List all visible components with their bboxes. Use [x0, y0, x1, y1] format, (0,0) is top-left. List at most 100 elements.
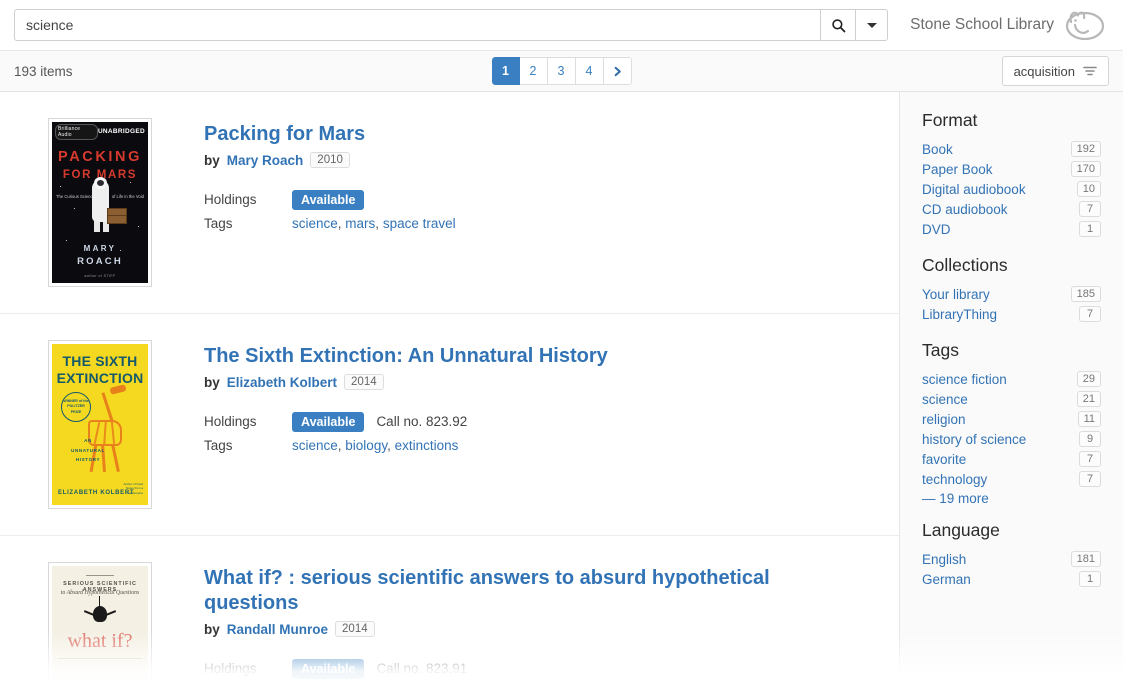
facet-row-book[interactable]: Book 192: [922, 141, 1101, 157]
tags-show-more-link[interactable]: — 19 more: [922, 491, 1101, 506]
result-title-link[interactable]: The Sixth Extinction: An Unnatural Histo…: [204, 344, 608, 369]
chevron-right-icon: [614, 66, 621, 76]
author-link[interactable]: Mary Roach: [227, 153, 304, 168]
cover-band: Brilliance Audio UNABRIDGED: [55, 123, 145, 140]
facet-row-technology[interactable]: technology 7: [922, 471, 1101, 487]
facet-count: 29: [1076, 371, 1101, 387]
results-toolbar: 193 items 1 2 3 4 acquisition: [0, 50, 1123, 92]
cover-publisher: Brilliance Audio: [55, 123, 98, 140]
result-detail: Packing for Mars by Mary Roach 2010 Hold…: [204, 118, 456, 287]
facet-label: Your library: [922, 286, 990, 302]
brand[interactable]: Stone School Library: [910, 8, 1107, 42]
availability-badge[interactable]: Available: [292, 659, 365, 679]
page-button-4[interactable]: 4: [575, 57, 604, 85]
result-meta: Holdings Available Call no. 823.92 Tags …: [204, 412, 608, 453]
facet-label: science: [922, 391, 968, 407]
author-link[interactable]: Elizabeth Kolbert: [227, 375, 337, 390]
tag-link[interactable]: space travel: [383, 216, 456, 231]
cover-subtitle-2: to Absurd Hypothetical Questions: [60, 590, 140, 596]
cover-title: what if?: [67, 630, 133, 652]
sort-button[interactable]: acquisition: [1001, 56, 1109, 86]
facet-label: DVD: [922, 221, 951, 237]
year-chip[interactable]: 2010: [310, 152, 350, 168]
cover-subtitle-1: AN: [84, 438, 92, 443]
item-count: 193 items: [14, 63, 73, 79]
result-title-link[interactable]: Packing for Mars: [204, 122, 456, 147]
year-chip[interactable]: 2014: [344, 374, 384, 390]
holdings-label: Holdings: [204, 192, 257, 207]
page-button-2[interactable]: 2: [519, 57, 548, 85]
page-button-1[interactable]: 1: [491, 57, 520, 85]
by-label: by: [204, 152, 220, 168]
result-meta: Holdings Available Tags science, mars, s…: [204, 190, 456, 231]
byline: by Elizabeth Kolbert 2014: [204, 374, 608, 390]
cover-subtitle-3: HISTORY: [75, 457, 101, 463]
facet-group-collections: Collections Your library 185 LibraryThin…: [922, 255, 1101, 322]
cover-author-line2: ROACH: [77, 256, 123, 267]
call-number: Call no. 823.91: [376, 661, 468, 676]
call-number: Call no. 823.92: [376, 414, 468, 429]
facet-count: 181: [1070, 551, 1101, 567]
result-title-link[interactable]: What if? : serious scientific answers to…: [204, 566, 824, 616]
facet-row-history-of-science[interactable]: history of science 9: [922, 431, 1101, 447]
tag-link[interactable]: science: [292, 438, 338, 453]
facet-row-religion[interactable]: religion 11: [922, 411, 1101, 427]
facet-row-english[interactable]: English 181: [922, 551, 1101, 567]
tags-label: Tags: [204, 216, 233, 231]
facet-count: 7: [1079, 306, 1101, 322]
result-row: Brilliance Audio UNABRIDGED PACKING FOR …: [0, 92, 899, 314]
availability-badge[interactable]: Available: [292, 190, 365, 210]
facet-row-digital-audiobook[interactable]: Digital audiobook 10: [922, 181, 1101, 197]
search-button[interactable]: [820, 9, 857, 41]
header-bar: Stone School Library: [0, 0, 1123, 50]
holdings-row: Holdings Available Call no. 823.92: [204, 412, 608, 432]
tag-link[interactable]: biology: [345, 438, 387, 453]
next-page-button[interactable]: [603, 57, 632, 85]
book-cover[interactable]: SERIOUS SCIENTIFIC ANSWERS to Absurd Hyp…: [48, 562, 152, 688]
search-input[interactable]: [14, 9, 821, 41]
facet-count: 1: [1079, 221, 1101, 237]
facet-row-paper-book[interactable]: Paper Book 170: [922, 161, 1101, 177]
chevron-down-icon: [866, 22, 877, 28]
page-button-3[interactable]: 3: [547, 57, 576, 85]
facet-count: 9: [1079, 431, 1101, 447]
facet-row-your-library[interactable]: Your library 185: [922, 286, 1101, 302]
facet-count: 192: [1070, 141, 1101, 157]
availability-badge[interactable]: Available: [292, 412, 365, 432]
facet-label: technology: [922, 471, 988, 487]
book-cover[interactable]: THE SIXTH EXTINCTION WINNER of the PULIT…: [48, 340, 152, 509]
book-cover[interactable]: Brilliance Audio UNABRIDGED PACKING FOR …: [48, 118, 152, 287]
suitcase-illustration: [107, 208, 127, 224]
facet-row-german[interactable]: German 1: [922, 571, 1101, 587]
result-row: THE SIXTH EXTINCTION WINNER of the PULIT…: [0, 314, 899, 536]
creature-illustration: [93, 606, 107, 622]
facet-group-format: Format Book 192 Paper Book 170 Digital a…: [922, 110, 1101, 237]
facet-label: Book: [922, 141, 953, 157]
tag-link[interactable]: extinctions: [395, 438, 459, 453]
facet-count: 185: [1070, 286, 1101, 302]
facet-row-favorite[interactable]: favorite 7: [922, 451, 1101, 467]
tag-link[interactable]: mars: [345, 216, 375, 231]
facet-count: 11: [1077, 411, 1101, 427]
facet-row-librarything[interactable]: LibraryThing 7: [922, 306, 1101, 322]
facet-row-dvd[interactable]: DVD 1: [922, 221, 1101, 237]
tags-label: Tags: [204, 438, 233, 453]
library-search-page: Stone School Library 193 items 1 2 3 4 a…: [0, 0, 1123, 688]
facet-row-science-fiction[interactable]: science fiction 29: [922, 371, 1101, 387]
facet-label: English: [922, 551, 967, 567]
cover-edition: UNABRIDGED: [97, 128, 145, 135]
facet-row-science[interactable]: science 21: [922, 391, 1101, 407]
author-link[interactable]: Randall Munroe: [227, 622, 328, 637]
facet-count: 7: [1079, 471, 1101, 487]
facet-label: religion: [922, 411, 966, 427]
facet-row-cd-audiobook[interactable]: CD audiobook 7: [922, 201, 1101, 217]
result-meta: Holdings Available Call no. 823.91: [204, 659, 824, 679]
result-detail: The Sixth Extinction: An Unnatural Histo…: [204, 340, 608, 509]
cover-blurb: Author of Field Notes from a Catastrophe: [123, 481, 143, 496]
facet-count: 7: [1079, 201, 1101, 217]
search-options-button[interactable]: [856, 9, 889, 41]
cover-title-line1: THE SIXTH: [62, 353, 138, 369]
tag-link[interactable]: science: [292, 216, 338, 231]
facet-group-title: Format: [922, 110, 978, 130]
year-chip[interactable]: 2014: [335, 621, 375, 637]
